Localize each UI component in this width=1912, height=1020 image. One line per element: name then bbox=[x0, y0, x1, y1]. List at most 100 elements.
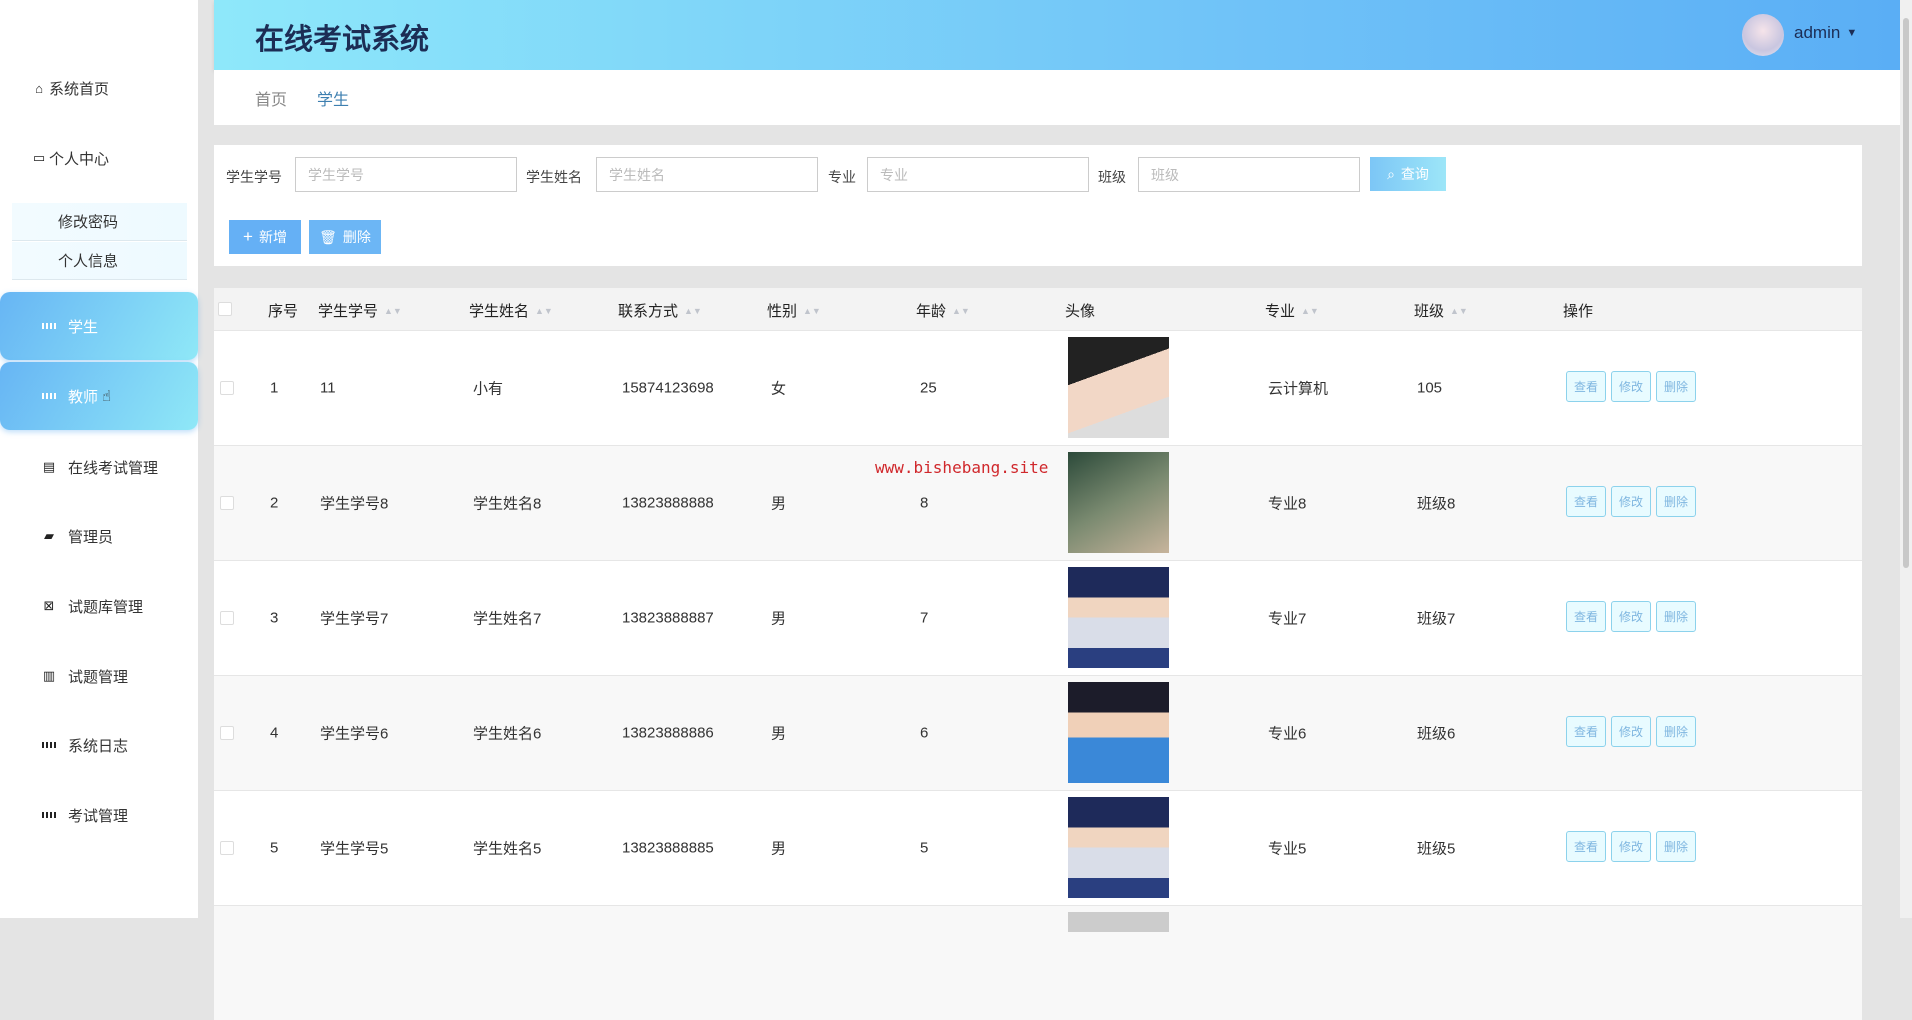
avatar-image bbox=[1068, 797, 1169, 898]
sidebar-item-teacher[interactable]: 教师 ☝ bbox=[0, 362, 198, 430]
student-name-label: 学生姓名 bbox=[526, 169, 582, 185]
sort-icon[interactable]: ▲▼ bbox=[384, 306, 402, 316]
col-gender[interactable]: 性别 ▲▼ bbox=[767, 300, 821, 321]
col-student-id[interactable]: 学生学号 ▲▼ bbox=[318, 300, 402, 321]
header: 在线考试系统 admin ▼ bbox=[214, 0, 1900, 70]
row-checkbox[interactable] bbox=[220, 496, 234, 510]
sidebar-item-personal-info[interactable]: 个人信息 bbox=[12, 242, 187, 280]
sidebar-item-question-bank[interactable]: ⊠ 试题库管理 bbox=[0, 594, 198, 618]
view-button[interactable]: 查看 bbox=[1566, 601, 1606, 632]
cell: 13823888886 bbox=[622, 724, 714, 742]
query-button[interactable]: ⌕ 查询 bbox=[1370, 157, 1446, 191]
wallet-icon: ▰ bbox=[44, 528, 54, 543]
table-row: 4 学生学号6 学生姓名6 13823888886 男 6 专业6 班级6 查看 修改 删除 bbox=[214, 675, 1862, 790]
sidebar-label: 教师 bbox=[68, 388, 99, 406]
sidebar-item-exam-management[interactable]: 考试管理 bbox=[0, 803, 198, 827]
delete-button[interactable]: 🗑 删除 bbox=[309, 220, 381, 254]
cell: 3 bbox=[270, 609, 279, 627]
avatar-image bbox=[1068, 337, 1169, 438]
edit-button[interactable]: 修改 bbox=[1611, 601, 1651, 632]
sidebar-item-personal-center[interactable]: ▭ 个人中心 bbox=[0, 146, 198, 170]
cell: 学生学号5 bbox=[320, 840, 389, 858]
cell: 8 bbox=[920, 494, 929, 512]
sidebar-label: 系统首页 bbox=[49, 80, 110, 98]
col-label: 学生学号 bbox=[318, 303, 379, 320]
col-major[interactable]: 专业 ▲▼ bbox=[1265, 300, 1319, 321]
sort-icon[interactable]: ▲▼ bbox=[803, 306, 821, 316]
col-student-name[interactable]: 学生姓名 ▲▼ bbox=[469, 300, 553, 321]
delete-row-button[interactable]: 删除 bbox=[1656, 486, 1696, 517]
view-button[interactable]: 查看 bbox=[1566, 486, 1606, 517]
breadcrumb-home[interactable]: 首页 bbox=[255, 86, 287, 110]
add-button[interactable]: + 新增 bbox=[229, 220, 301, 254]
sidebar-item-student[interactable]: 学生 bbox=[0, 292, 198, 360]
student-id-input[interactable] bbox=[295, 157, 517, 192]
sidebar-label: 管理员 bbox=[68, 528, 114, 546]
class-input[interactable] bbox=[1138, 157, 1360, 192]
view-button[interactable]: 查看 bbox=[1566, 831, 1606, 862]
grid-icon bbox=[42, 738, 56, 752]
cell: 6 bbox=[920, 724, 929, 742]
scrollbar[interactable] bbox=[1900, 0, 1912, 918]
cell: 2 bbox=[270, 494, 279, 512]
delete-row-button[interactable]: 删除 bbox=[1656, 831, 1696, 862]
cell-major: 专业5 bbox=[1268, 840, 1307, 858]
major-input[interactable] bbox=[867, 157, 1089, 192]
sort-icon[interactable]: ▲▼ bbox=[535, 306, 553, 316]
sidebar-item-online-exam[interactable]: ▤ 在线考试管理 bbox=[0, 455, 198, 479]
grid-icon bbox=[42, 808, 56, 822]
cell: 13823888888 bbox=[622, 494, 714, 512]
col-phone[interactable]: 联系方式 ▲▼ bbox=[618, 300, 702, 321]
avatar[interactable] bbox=[1742, 14, 1784, 56]
sidebar-label: 个人中心 bbox=[49, 150, 110, 168]
col-avatar: 头像 bbox=[1065, 303, 1096, 320]
view-button[interactable]: 查看 bbox=[1566, 716, 1606, 747]
cell-major: 专业7 bbox=[1268, 610, 1307, 628]
row-checkbox[interactable] bbox=[220, 381, 234, 395]
table-row: 1 11 小有 15874123698 女 25 云计算机 105 查看 修改 删除 bbox=[214, 330, 1862, 445]
home-icon: ⌂ bbox=[35, 80, 43, 96]
search-icon: ⌕ bbox=[1387, 165, 1395, 182]
cell-class: 班级8 bbox=[1417, 495, 1456, 513]
col-actions: 操作 bbox=[1563, 303, 1594, 320]
sidebar-item-change-password[interactable]: 修改密码 bbox=[12, 203, 187, 241]
edit-button[interactable]: 修改 bbox=[1611, 486, 1651, 517]
row-checkbox[interactable] bbox=[220, 726, 234, 740]
cell-class: 班级7 bbox=[1417, 610, 1456, 628]
student-id-label: 学生学号 bbox=[226, 169, 282, 185]
cell-class: 班级5 bbox=[1417, 840, 1456, 858]
sidebar-item-system-log[interactable]: 系统日志 bbox=[0, 733, 198, 757]
sort-icon[interactable]: ▲▼ bbox=[1450, 306, 1468, 316]
edit-button[interactable]: 修改 bbox=[1611, 831, 1651, 862]
sort-icon[interactable]: ▲▼ bbox=[952, 306, 970, 316]
cell: 25 bbox=[920, 379, 937, 397]
cell: 男 bbox=[771, 495, 787, 513]
sort-icon[interactable]: ▲▼ bbox=[1301, 306, 1319, 316]
avatar-image bbox=[1068, 452, 1169, 553]
table-row bbox=[214, 905, 1862, 1020]
edit-button[interactable]: 修改 bbox=[1611, 371, 1651, 402]
sidebar-item-admin[interactable]: ▰ 管理员 bbox=[0, 524, 198, 548]
delete-row-button[interactable]: 删除 bbox=[1656, 601, 1696, 632]
col-age[interactable]: 年龄 ▲▼ bbox=[916, 300, 970, 321]
sidebar-item-questions[interactable]: ▥ 试题管理 bbox=[0, 664, 198, 688]
row-checkbox[interactable] bbox=[220, 611, 234, 625]
view-button[interactable]: 查看 bbox=[1566, 371, 1606, 402]
row-actions: 查看 修改 删除 bbox=[1566, 831, 1696, 862]
edit-button[interactable]: 修改 bbox=[1611, 716, 1651, 747]
col-label: 联系方式 bbox=[618, 303, 679, 320]
grid-icon bbox=[42, 319, 56, 333]
clipboard-x-icon: ⊠ bbox=[43, 598, 55, 613]
col-class[interactable]: 班级 ▲▼ bbox=[1414, 300, 1468, 321]
scrollbar-thumb[interactable] bbox=[1903, 18, 1909, 568]
plus-icon: + bbox=[243, 227, 253, 246]
sort-icon[interactable]: ▲▼ bbox=[684, 306, 702, 316]
class-label: 班级 bbox=[1098, 169, 1126, 185]
student-name-input[interactable] bbox=[596, 157, 818, 192]
user-menu[interactable]: admin ▼ bbox=[1794, 23, 1857, 43]
delete-row-button[interactable]: 删除 bbox=[1656, 371, 1696, 402]
delete-row-button[interactable]: 删除 bbox=[1656, 716, 1696, 747]
select-all-checkbox[interactable] bbox=[218, 302, 232, 316]
row-checkbox[interactable] bbox=[220, 841, 234, 855]
sidebar-item-home[interactable]: ⌂ 系统首页 bbox=[0, 76, 198, 100]
